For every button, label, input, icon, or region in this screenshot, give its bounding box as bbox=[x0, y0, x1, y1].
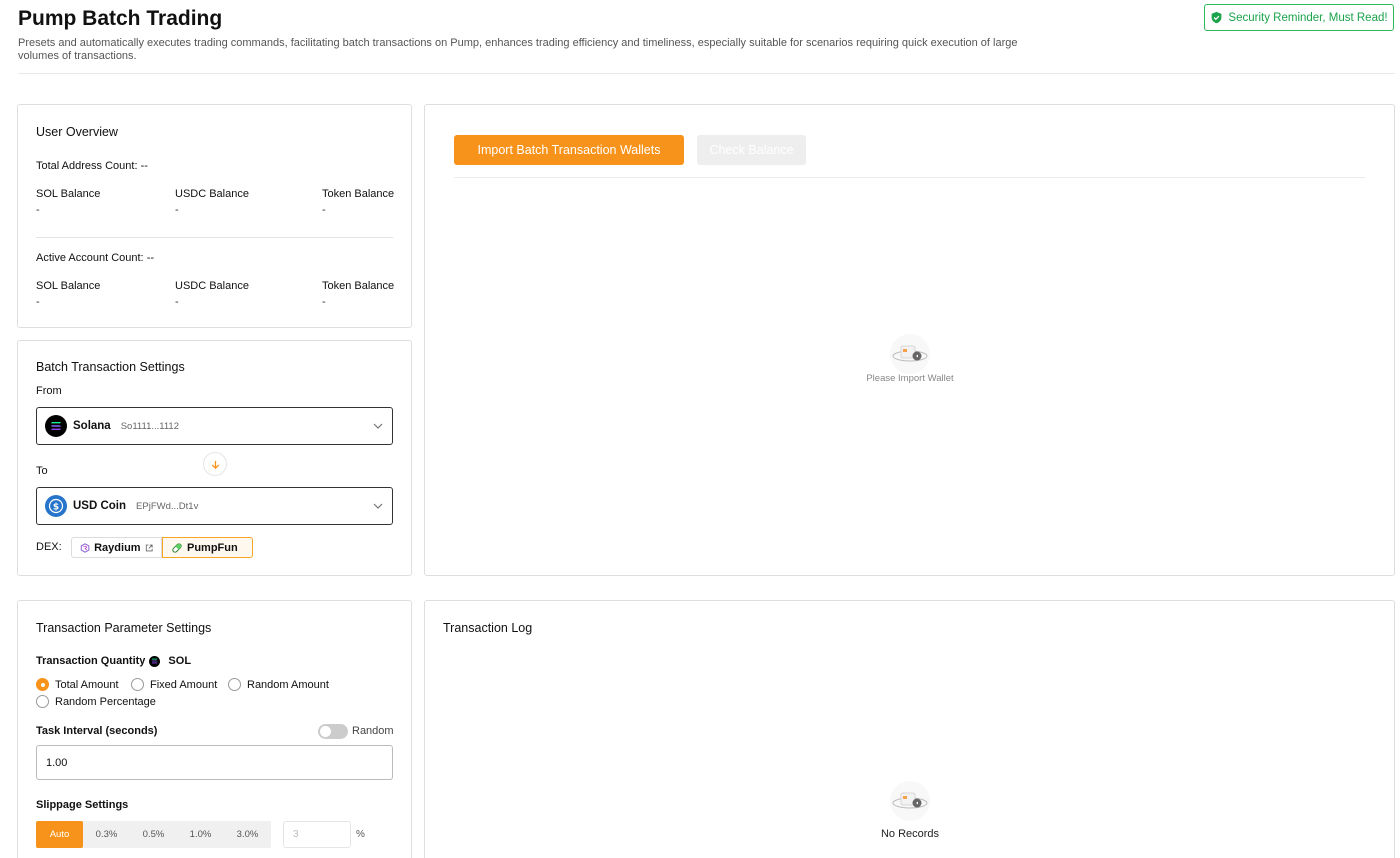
from-token-name: Solana bbox=[73, 420, 111, 432]
solana-icon bbox=[149, 655, 161, 667]
user-overview-card: User Overview Total Address Count: -- SO… bbox=[17, 104, 412, 328]
to-token-name: USD Coin bbox=[73, 500, 127, 512]
chevron-down-icon bbox=[373, 423, 383, 429]
total-address-label: Total Address Count: bbox=[36, 160, 138, 172]
active-sol-balance-value: - bbox=[36, 296, 40, 308]
batch-settings-title: Batch Transaction Settings bbox=[36, 360, 185, 374]
empty-log-text: No Records bbox=[880, 828, 940, 840]
usdc-icon: $ bbox=[45, 495, 67, 517]
transaction-log-card: Transaction Log No Records bbox=[424, 600, 1395, 858]
amount-mode-random-label: Random Amount bbox=[247, 678, 329, 691]
total-sol-balance-label: SOL Balance bbox=[36, 188, 101, 200]
swap-direction-button[interactable] bbox=[203, 452, 227, 476]
total-address-value: -- bbox=[140, 160, 148, 172]
task-interval-input[interactable]: 1.00 bbox=[36, 745, 393, 780]
slippage-settings-label: Slippage Settings bbox=[36, 799, 129, 811]
params-card: Transaction Parameter Settings Transacti… bbox=[17, 600, 412, 858]
header-divider bbox=[18, 73, 1395, 74]
radio-button[interactable] bbox=[228, 678, 241, 691]
external-link-icon bbox=[145, 544, 153, 551]
solana-icon bbox=[45, 415, 67, 437]
random-toggle[interactable] bbox=[318, 724, 348, 739]
total-token-balance-value: - bbox=[322, 204, 326, 216]
amount-mode-random-percentage[interactable]: Random Percentage bbox=[36, 695, 156, 708]
page-title: Pump Batch Trading bbox=[18, 7, 223, 30]
wallet-panel-divider bbox=[454, 177, 1365, 178]
active-account-value: -- bbox=[146, 252, 155, 264]
slippage-options: Auto 0.3% 0.5% 1.0% 3.0% bbox=[36, 821, 271, 848]
from-label: From bbox=[36, 385, 62, 397]
transaction-quantity-row: Transaction Quantity SOL bbox=[36, 655, 191, 667]
slippage-percent-unit: % bbox=[356, 829, 365, 840]
total-sol-balance-value: - bbox=[36, 204, 40, 216]
active-token-balance-label: Token Balance bbox=[322, 280, 395, 292]
slippage-option-0-5[interactable]: 0.5% bbox=[130, 821, 177, 848]
total-usdc-balance-label: USDC Balance bbox=[175, 188, 249, 200]
overview-divider bbox=[36, 237, 393, 238]
wallet-panel: Import Batch Transaction Wallets Check B… bbox=[424, 104, 1395, 576]
empty-log-icon bbox=[890, 781, 930, 821]
batch-settings-card: Batch Transaction Settings From Solana S… bbox=[17, 340, 412, 576]
arrow-down-icon bbox=[211, 460, 219, 469]
dex-option-raydium-label: Raydium bbox=[94, 541, 141, 554]
user-overview-title: User Overview bbox=[36, 125, 118, 139]
slippage-option-3-0[interactable]: 3.0% bbox=[224, 821, 271, 848]
pumpfun-icon bbox=[172, 542, 182, 553]
dex-option-pumpfun[interactable]: PumpFun bbox=[162, 537, 253, 558]
total-address-count: Total Address Count: -- bbox=[36, 160, 148, 172]
transaction-quantity-token: SOL bbox=[168, 655, 192, 667]
radio-button[interactable] bbox=[36, 695, 49, 708]
raydium-icon bbox=[80, 542, 90, 553]
total-usdc-balance-value: - bbox=[175, 204, 179, 216]
to-token-address: EPjFWd...Dt1v bbox=[136, 500, 199, 512]
active-token-balance-value: - bbox=[322, 296, 326, 308]
dex-option-pumpfun-label: PumpFun bbox=[187, 541, 238, 554]
dex-selector: Raydium PumpFun bbox=[71, 537, 253, 558]
amount-mode-total-label: Total Amount bbox=[55, 678, 119, 691]
active-usdc-balance-label: USDC Balance bbox=[175, 280, 249, 292]
security-reminder-button[interactable]: Security Reminder, Must Read! bbox=[1204, 4, 1394, 31]
amount-mode-random-percentage-label: Random Percentage bbox=[55, 695, 156, 708]
svg-text:$: $ bbox=[53, 503, 59, 513]
active-usdc-balance-value: - bbox=[175, 296, 179, 308]
transaction-quantity-label: Transaction Quantity bbox=[36, 655, 146, 667]
random-toggle-label: Random bbox=[352, 725, 394, 737]
total-token-balance-label: Token Balance bbox=[322, 188, 395, 200]
task-interval-label: Task Interval (seconds) bbox=[36, 725, 158, 737]
empty-wallet-text: Please Import Wallet bbox=[866, 373, 954, 384]
slippage-custom-input[interactable]: 3 bbox=[283, 821, 351, 848]
slippage-option-auto[interactable]: Auto bbox=[36, 821, 83, 848]
to-label: To bbox=[36, 465, 48, 477]
empty-wallet-icon bbox=[890, 334, 930, 374]
import-wallets-button[interactable]: Import Batch Transaction Wallets bbox=[454, 135, 684, 165]
from-token-select[interactable]: Solana So1111...1112 bbox=[36, 407, 393, 445]
check-balance-button[interactable]: Check Balance bbox=[697, 135, 806, 165]
shield-check-icon bbox=[1212, 11, 1222, 24]
from-token-address: So1111...1112 bbox=[120, 420, 179, 432]
page-description: Presets and automatically executes tradi… bbox=[18, 37, 1018, 62]
amount-mode-random[interactable]: Random Amount bbox=[228, 678, 329, 691]
to-token-select[interactable]: $ USD Coin EPjFWd...Dt1v bbox=[36, 487, 393, 525]
amount-mode-fixed-label: Fixed Amount bbox=[150, 678, 218, 691]
chevron-down-icon bbox=[373, 503, 383, 509]
radio-button[interactable] bbox=[131, 678, 144, 691]
active-sol-balance-label: SOL Balance bbox=[36, 280, 101, 292]
dex-option-raydium[interactable]: Raydium bbox=[71, 537, 162, 558]
security-reminder-label: Security Reminder, Must Read! bbox=[1228, 11, 1388, 24]
dex-label: DEX: bbox=[36, 541, 62, 553]
active-account-count: Active Account Count: -- bbox=[36, 252, 154, 264]
radio-button[interactable] bbox=[36, 678, 49, 691]
amount-mode-total[interactable]: Total Amount bbox=[36, 678, 119, 691]
transaction-log-title: Transaction Log bbox=[443, 621, 533, 635]
slippage-option-0-3[interactable]: 0.3% bbox=[83, 821, 130, 848]
params-title: Transaction Parameter Settings bbox=[36, 621, 212, 635]
slippage-option-1-0[interactable]: 1.0% bbox=[177, 821, 224, 848]
amount-mode-fixed[interactable]: Fixed Amount bbox=[131, 678, 217, 691]
active-account-label: Active Account Count: bbox=[36, 252, 144, 264]
